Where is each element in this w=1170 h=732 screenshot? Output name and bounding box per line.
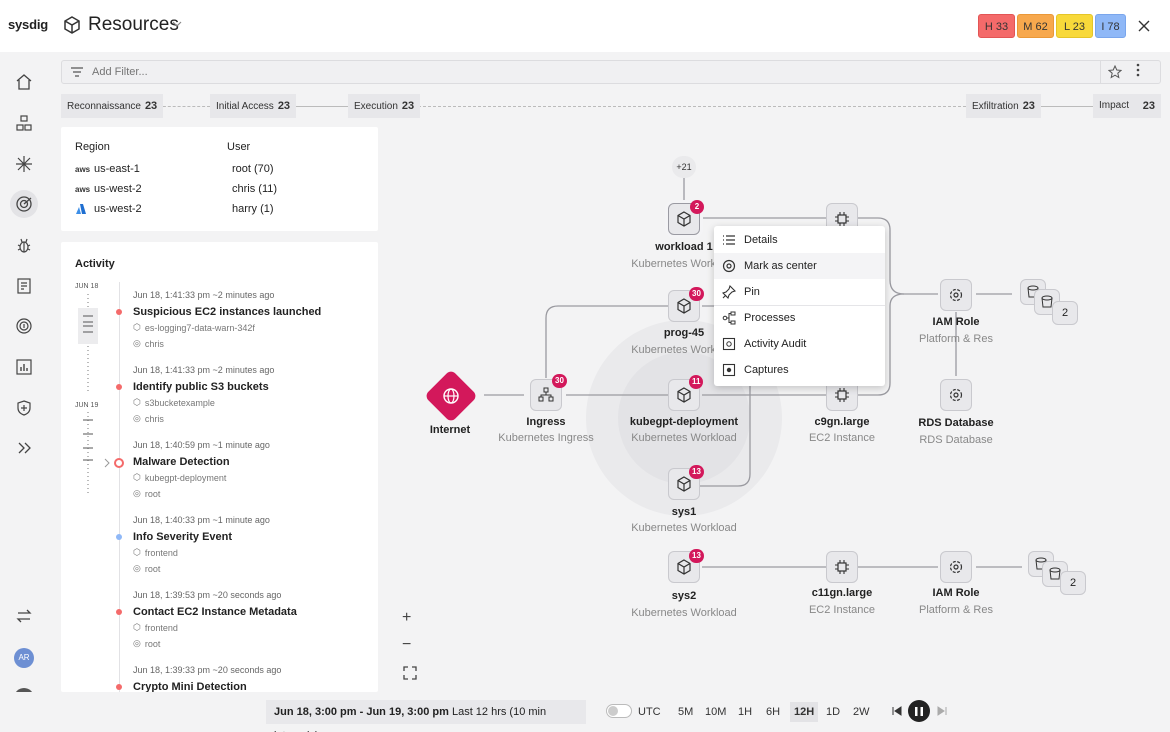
time-range-selector[interactable]: Jun 18, 3:00 pm - Jun 19, 3:00 pm Last 1… [266, 700, 586, 732]
cube-icon [677, 211, 691, 227]
range-separator: - [359, 706, 364, 718]
chip-icon [835, 388, 849, 402]
node-label: IAM Role [932, 587, 980, 599]
count-badge: 13 [689, 465, 704, 479]
range-end: Jun 19, 3:00 pm [366, 706, 449, 718]
cube-icon [677, 476, 691, 492]
node-label: Ingress [526, 416, 566, 428]
audit-icon [722, 337, 736, 351]
more-nodes-badge[interactable]: +21 [672, 156, 696, 178]
cube-icon [677, 559, 691, 575]
utc-label: UTC [638, 706, 661, 718]
fit-view-icon[interactable] [403, 666, 417, 680]
menu-item-pin[interactable]: Pin [714, 279, 885, 305]
stack-count: 2 [1052, 301, 1078, 325]
range-10m[interactable]: 10M [705, 706, 726, 718]
menu-item-label: Pin [744, 286, 760, 298]
node-type: Platform & Res [919, 333, 993, 345]
node-label: sys2 [671, 590, 697, 602]
count-badge: 2 [690, 200, 704, 214]
skip-back-icon[interactable] [892, 706, 902, 716]
pause-button[interactable] [908, 700, 930, 722]
chip-icon [835, 560, 849, 574]
menu-item-details[interactable]: Details [714, 227, 885, 253]
cube-icon [677, 387, 691, 403]
menu-item-label: Processes [744, 312, 796, 324]
zoom-in-button[interactable]: + [402, 609, 411, 627]
iam-role-node[interactable] [940, 551, 972, 583]
range-1d[interactable]: 1D [826, 706, 840, 718]
node-label: kubegpt-deployment [629, 416, 739, 428]
rds-database-node[interactable] [940, 379, 972, 411]
menu-item-label: Mark as center [744, 260, 817, 272]
node-label: sys1 [671, 506, 697, 518]
node-type: Kubernetes Workload [631, 432, 737, 444]
range-6h[interactable]: 6H [766, 706, 780, 718]
range-2w[interactable]: 2W [853, 706, 870, 718]
gear-icon [949, 288, 963, 302]
pause-icon [915, 706, 923, 716]
range-5m[interactable]: 5M [678, 706, 693, 718]
database-stack-node[interactable]: 2 [1020, 279, 1078, 325]
menu-item-label: Captures [744, 364, 789, 376]
process-tree-icon [722, 311, 736, 325]
context-menu: Details Mark as center Pin Processes Act… [714, 226, 885, 386]
globe-icon [442, 387, 460, 405]
menu-item-processes[interactable]: Processes [714, 305, 885, 331]
count-badge: 30 [689, 287, 704, 301]
skip-forward-icon[interactable] [937, 706, 947, 716]
chip-icon [835, 212, 849, 226]
iam-role-node[interactable] [940, 279, 972, 311]
menu-item-mark-as-center[interactable]: Mark as center [714, 253, 885, 279]
cube-icon [677, 298, 691, 314]
node-type: Kubernetes Ingress [498, 432, 594, 444]
node-type: Kubernetes Workload [631, 607, 737, 619]
count-badge: 30 [552, 374, 567, 388]
menu-item-captures[interactable]: Captures [714, 357, 885, 383]
node-type: RDS Database [919, 434, 993, 446]
utc-toggle[interactable] [606, 704, 632, 718]
node-type: Platform & Res [919, 604, 993, 616]
stack-count: 2 [1060, 571, 1086, 595]
ingress-icon [538, 387, 554, 402]
node-label: RDS Database [918, 417, 994, 429]
capture-icon [722, 363, 736, 377]
menu-item-label: Activity Audit [744, 338, 807, 350]
gear-icon [949, 560, 963, 574]
range-start: Jun 18, 3:00 pm [274, 706, 357, 718]
node-type: Kubernetes Workload [631, 522, 737, 534]
target-icon [722, 259, 736, 273]
pin-icon [722, 285, 736, 299]
list-icon [723, 235, 735, 245]
node-label: IAM Role [932, 316, 980, 328]
c11gn-large-node[interactable] [826, 551, 858, 583]
count-badge: 13 [689, 549, 704, 563]
menu-item-label: Details [744, 234, 778, 246]
range-12h[interactable]: 12H [790, 702, 819, 722]
zoom-out-button[interactable]: − [402, 636, 411, 654]
range-1h[interactable]: 1H [738, 706, 752, 718]
toggle-knob [608, 706, 618, 716]
menu-item-activity-audit[interactable]: Activity Audit [714, 331, 885, 357]
gear-icon [949, 388, 963, 402]
database-stack-node[interactable]: 2 [1028, 551, 1086, 597]
